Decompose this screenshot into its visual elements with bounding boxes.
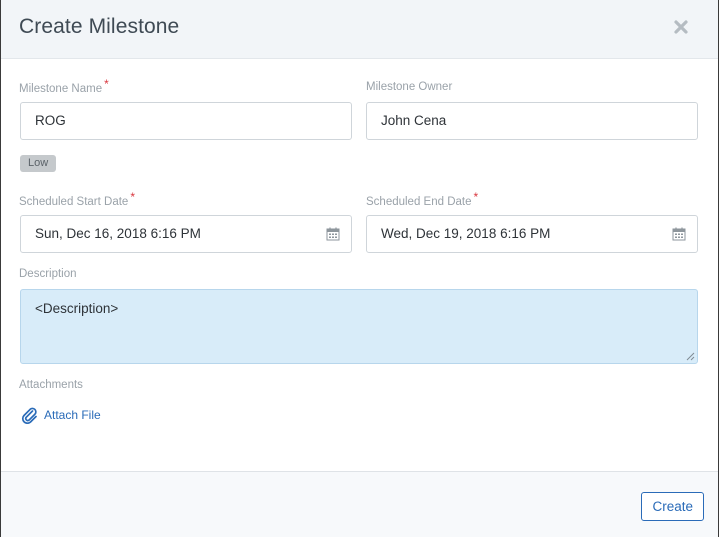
calendar-icon[interactable] — [326, 227, 340, 241]
attach-file-link[interactable]: Attach File — [21, 405, 101, 425]
dialog-footer: Create — [1, 471, 718, 537]
close-button[interactable] — [670, 16, 692, 38]
resize-grip-icon[interactable] — [686, 352, 695, 361]
milestone-name-input[interactable]: ROG — [20, 102, 352, 140]
description-textarea[interactable]: <Description> — [20, 289, 698, 364]
start-date-label-text: Scheduled Start Date — [19, 196, 129, 208]
start-date-label: Scheduled Start Date * — [19, 190, 135, 208]
priority-badge[interactable]: Low — [20, 155, 57, 172]
milestone-owner-value: John Cena — [381, 113, 447, 128]
milestone-owner-label: Milestone Owner — [366, 81, 453, 93]
start-date-value: Sun, Dec 16, 2018 6:16 PM — [35, 226, 201, 241]
description-value: <Description> — [35, 301, 119, 316]
required-mark: * — [104, 77, 109, 91]
end-date-value: Wed, Dec 19, 2018 6:16 PM — [381, 226, 551, 241]
attachments-label: Attachments — [19, 379, 83, 391]
end-date-input[interactable]: Wed, Dec 19, 2018 6:16 PM — [366, 215, 698, 253]
milestone-name-value: ROG — [35, 113, 66, 128]
start-date-input[interactable]: Sun, Dec 16, 2018 6:16 PM — [20, 215, 352, 253]
milestone-name-label-text: Milestone Name — [19, 83, 103, 95]
close-icon — [674, 20, 688, 34]
paperclip-icon — [21, 407, 37, 424]
create-milestone-dialog: Create Milestone Milestone Name * ROG Mil… — [0, 0, 719, 537]
required-mark: * — [130, 190, 135, 204]
dialog-title: Create Milestone — [19, 15, 180, 38]
calendar-icon[interactable] — [672, 227, 686, 241]
milestone-owner-input[interactable]: John Cena — [366, 102, 698, 140]
end-date-label: Scheduled End Date * — [366, 190, 478, 208]
attach-file-label: Attach File — [44, 408, 101, 422]
end-date-label-text: Scheduled End Date — [366, 196, 472, 208]
description-label: Description — [19, 268, 77, 280]
milestone-name-label: Milestone Name * — [19, 77, 109, 95]
create-button[interactable]: Create — [641, 492, 704, 521]
dialog-header: Create Milestone — [1, 0, 718, 59]
required-mark: * — [473, 190, 479, 204]
